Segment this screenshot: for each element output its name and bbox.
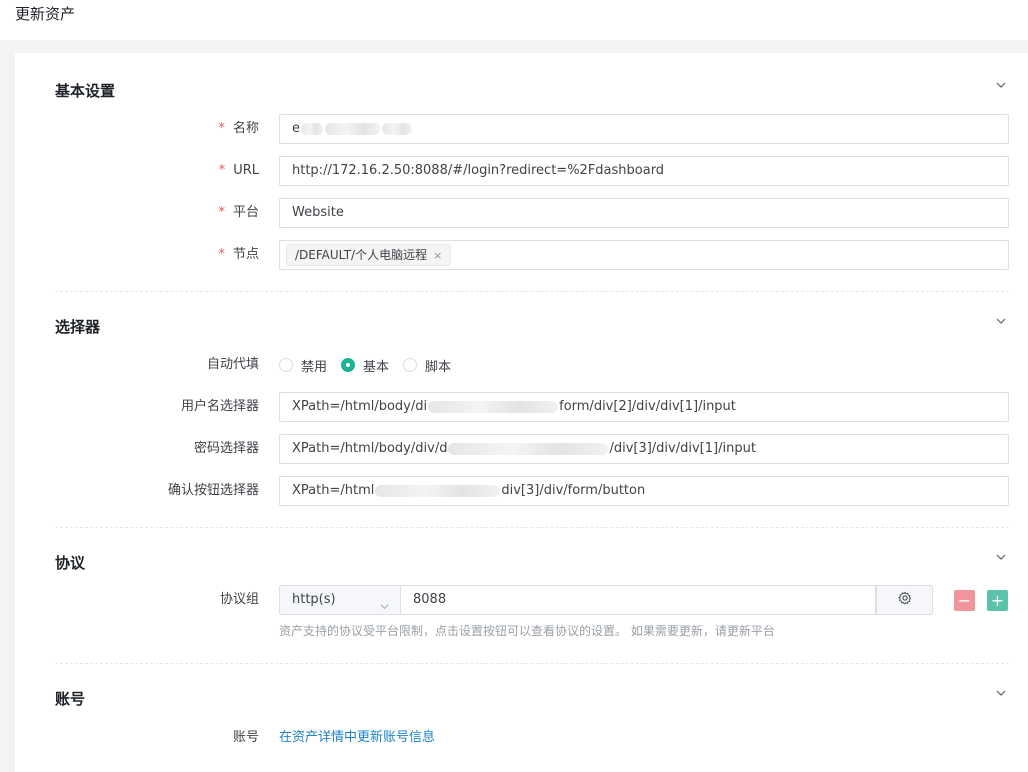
redacted-blur [375,484,501,497]
add-protocol-button[interactable]: + [987,590,1008,611]
field-label-account: 账号 [232,730,259,745]
autofill-radio-group: 禁用 基本 脚本 [279,350,465,380]
section-title-selector: 选择器 [55,318,101,336]
field-label-autofill: 自动代填 [206,357,259,372]
field-label-url: * URL [218,163,259,178]
section-title-account: 账号 [55,690,86,708]
node-select[interactable]: /DEFAULT/个人电脑远程 × [279,240,1009,270]
update-account-link[interactable]: 在资产详情中更新账号信息 [279,723,435,753]
field-label-password-selector: 密码选择器 [193,441,259,456]
radio-circle-checked [341,358,356,372]
section-divider [55,663,1009,664]
asset-form-card: 基本设置 * 名称 e * URL http://172.16.2.50:8088/… [15,53,1028,772]
redacted-blur [382,122,412,135]
collapse-account-chevron-down-icon[interactable] [995,687,1007,699]
protocol-settings-button[interactable] [876,585,933,615]
redacted-blur [301,122,323,135]
remove-protocol-button[interactable]: − [954,590,975,611]
collapse-basic-chevron-down-icon[interactable] [995,79,1007,91]
gear-icon [897,591,912,609]
node-tag: /DEFAULT/个人电脑远程 × [286,244,452,266]
redacted-blur [428,400,559,413]
field-label-platform: * 平台 [218,205,259,220]
field-label-username-selector: 用户名选择器 [180,399,259,414]
section-divider [55,527,1009,528]
collapse-selector-chevron-down-icon[interactable] [995,315,1007,327]
protocol-select[interactable]: http(s) [279,585,400,615]
radio-circle [279,358,293,372]
radio-disabled[interactable]: 禁用 [279,356,327,375]
redacted-blur [325,122,380,135]
protocol-select-value: http(s) [292,592,336,607]
radio-basic[interactable]: 基本 [341,356,389,375]
node-tag-label: /DEFAULT/个人电脑远程 [295,248,428,262]
field-label-submit-selector: 确认按钮选择器 [167,483,259,498]
page-header: 更新资产 [0,0,1028,40]
name-input[interactable]: e [279,114,1009,144]
password-selector-input[interactable]: XPath=/html/body/div/d/div[3]/div/div[1]… [279,434,1009,464]
url-input[interactable]: http://172.16.2.50:8088/#/login?redirect… [279,156,1009,186]
username-selector-input[interactable]: XPath=/html/body/di form/div[2]/div/div[1… [279,392,1009,422]
field-label-protocol-group: 协议组 [219,592,259,607]
radio-script[interactable]: 脚本 [403,356,451,375]
protocol-hint: 资产支持的协议受平台限制，点击设置按钮可以查看协议的设置。 如果需要更新，请更新… [279,624,775,638]
chevron-down-icon [379,595,390,623]
redacted-blur [448,442,609,455]
section-title-basic: 基本设置 [55,82,116,100]
tag-close-icon[interactable]: × [433,249,442,262]
section-divider [55,291,1009,292]
submit-selector-input[interactable]: XPath=/html div[3]/div/form/button [279,476,1009,506]
collapse-protocol-chevron-down-icon[interactable] [995,551,1007,563]
field-label-name: * 名称 [218,121,259,136]
radio-circle [403,358,418,372]
field-label-node: * 节点 [218,247,259,262]
section-title-protocol: 协议 [55,554,86,572]
protocol-port-input[interactable]: 8088 [400,585,876,615]
platform-input[interactable]: Website [279,198,1009,228]
page-title: 更新资产 [15,5,76,23]
